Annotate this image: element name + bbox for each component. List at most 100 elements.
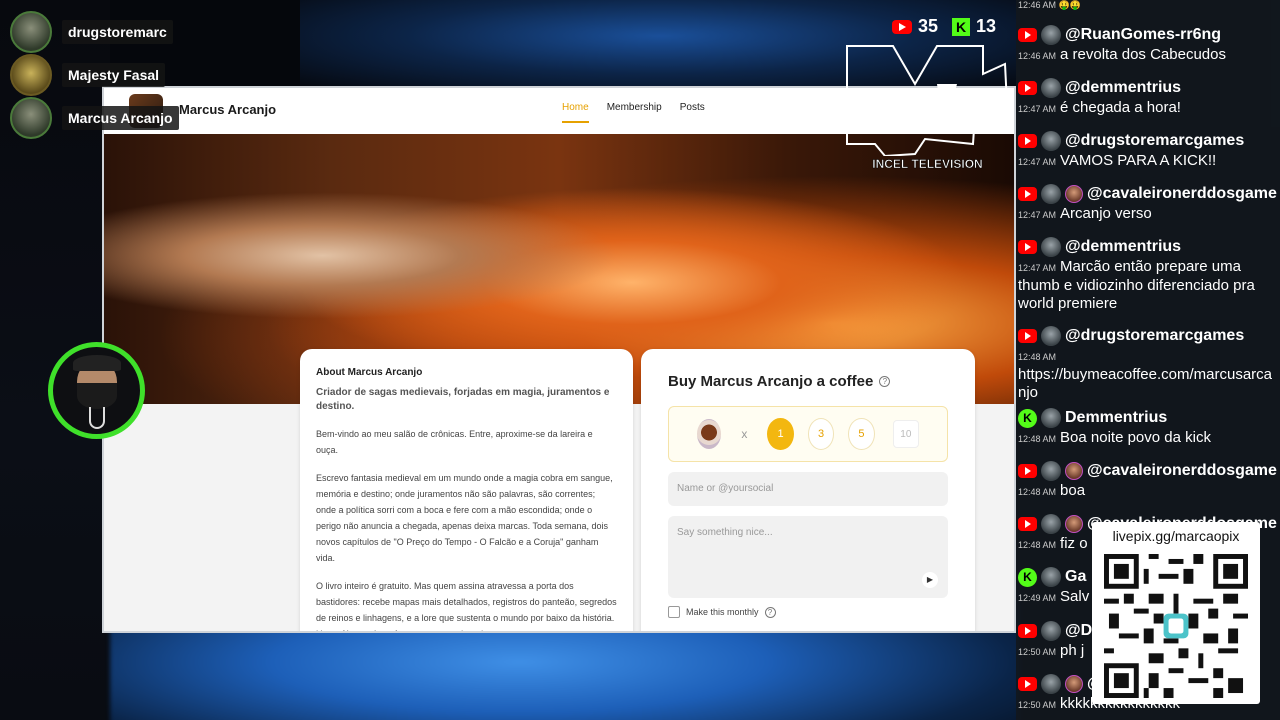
- user-avatar: [1041, 25, 1061, 45]
- qr-code-icon: [1104, 554, 1248, 698]
- user-avatar: [1041, 131, 1061, 151]
- message-text: VAMOS PARA A KICK!!: [1060, 152, 1217, 169]
- message-time: 12:47 AM: [1018, 263, 1057, 273]
- kick-counter: K 13: [952, 16, 996, 37]
- message-text: Boa noite povo da kick: [1060, 429, 1211, 446]
- site-title[interactable]: Marcus Arcanjo: [179, 102, 276, 117]
- monthly-checkbox[interactable]: [668, 606, 680, 618]
- message-text: é chegada a hora!: [1060, 99, 1181, 116]
- message-time: 12:47 AM: [1018, 210, 1057, 220]
- streamer-avatar: [48, 342, 145, 439]
- avatar-cap: [73, 355, 121, 371]
- chat-username[interactable]: @cavaleironerddosgame: [1087, 462, 1277, 480]
- message-time: 12:48 AM: [1018, 434, 1057, 444]
- viewer-name: drugstoremarc: [62, 19, 173, 44]
- message-placeholder: Say something nice...: [677, 527, 773, 538]
- about-paragraph: O livro inteiro é gratuito. Mas quem ass…: [316, 581, 617, 631]
- user-avatar: [1041, 78, 1061, 98]
- about-subtitle: Criador de sagas medievais, forjadas em …: [316, 387, 610, 412]
- message-time: 12:48 AM: [1018, 487, 1057, 497]
- help-icon[interactable]: ?: [879, 376, 891, 387]
- youtube-icon: [1018, 517, 1037, 531]
- user-avatar: [1041, 461, 1061, 481]
- user-avatar: [1041, 621, 1061, 641]
- nav-membership[interactable]: Membership: [607, 102, 662, 123]
- badge-avatar: [1065, 185, 1083, 203]
- message-time: 12:48 AM: [1018, 540, 1057, 550]
- amount-option-1[interactable]: 1: [767, 418, 794, 450]
- viewer-counters: 35 K 13: [892, 16, 996, 37]
- chat-message: @drugstoremarcgames 12:47 AM VAMOS PARA A…: [1018, 130, 1280, 171]
- message-input[interactable]: Say something nice... ▶: [668, 516, 948, 598]
- viewer-item: drugstoremarc: [10, 10, 179, 53]
- avatar-beard: [77, 383, 117, 409]
- message-emotes: 🤑🤑: [1058, 0, 1081, 10]
- chat-username[interactable]: @RuanGomes-rr6ng: [1065, 26, 1221, 44]
- message-time: 12:49 AM: [1018, 593, 1057, 603]
- chat-username[interactable]: Ga: [1065, 568, 1086, 586]
- youtube-icon: [1018, 329, 1037, 343]
- chat-username[interactable]: Demmentrius: [1065, 409, 1167, 427]
- user-avatar: [1041, 408, 1061, 428]
- coffee-amount-picker: x 1 3 5 10: [668, 406, 948, 462]
- message-text: boa: [1060, 482, 1086, 499]
- badge-avatar: [1065, 462, 1083, 480]
- message-link[interactable]: https://buymeacoffee.com/marcusarcanjo: [1018, 366, 1272, 401]
- name-input[interactable]: Name or @yoursocial: [668, 472, 948, 506]
- chat-message: @drugstoremarcgames 12:48 AM https://buym…: [1018, 325, 1280, 402]
- youtube-icon: [1018, 677, 1037, 691]
- badge-avatar: [1065, 515, 1083, 533]
- user-avatar: [1041, 567, 1061, 587]
- user-avatar: [1041, 674, 1061, 694]
- message-time: 12:46 AM: [1018, 0, 1057, 10]
- chat-username[interactable]: @drugstoremarcgames: [1065, 327, 1244, 345]
- kick-icon: K: [1018, 567, 1037, 587]
- user-avatar: [1041, 514, 1061, 534]
- nav-home[interactable]: Home: [562, 102, 589, 123]
- help-icon[interactable]: ?: [764, 606, 776, 618]
- mtv-caption: INCEL TELEVISION: [872, 157, 983, 172]
- chat-username[interactable]: @demmentrius: [1065, 238, 1181, 256]
- chat-message: @RuanGomes-rr6ng 12:46 AM a revolta dos C…: [1018, 24, 1280, 65]
- youtube-icon: [1018, 81, 1037, 95]
- message-text: fiz o: [1060, 535, 1088, 552]
- message-time: 12:47 AM: [1018, 104, 1057, 114]
- about-heading: About Marcus Arcanjo: [316, 367, 423, 378]
- viewer-name: Majesty Fasal: [62, 62, 166, 87]
- video-camera-icon[interactable]: ▶: [922, 572, 938, 588]
- viewer-item: Marcus Arcanjo: [10, 96, 179, 139]
- viewer-item: Majesty Fasal: [10, 53, 179, 96]
- mtv-logo-mark: [846, 45, 1009, 158]
- site-nav: Home Membership Posts: [562, 102, 705, 123]
- chat-message: K Demmentrius 12:48 AM Boa noite povo da k…: [1018, 407, 1280, 448]
- amount-option-3[interactable]: 3: [807, 418, 835, 450]
- youtube-icon: [1018, 134, 1037, 148]
- user-avatar: [1041, 184, 1061, 204]
- chat-message: @cavaleironerddosgame 12:47 AM Arcanjo ve…: [1018, 183, 1280, 224]
- chat-message: @demmentrius 12:47 AM é chegada a hora!: [1018, 77, 1280, 118]
- nav-posts[interactable]: Posts: [680, 102, 705, 123]
- message-text: Arcanjo verso: [1060, 205, 1152, 222]
- about-card: About Marcus Arcanjo Criador de sagas me…: [300, 349, 633, 631]
- custom-amount-input[interactable]: 10: [892, 420, 920, 448]
- message-time: 12:50 AM: [1018, 700, 1057, 710]
- viewer-avatar: [10, 10, 52, 53]
- avatar-emblem: [89, 407, 105, 429]
- chat-username[interactable]: @demmentrius: [1065, 79, 1181, 97]
- chat-username[interactable]: @D: [1065, 622, 1092, 640]
- message-time: 12:50 AM: [1018, 647, 1057, 657]
- amount-option-5[interactable]: 5: [848, 418, 875, 450]
- chat-username[interactable]: @cavaleironerddosgame: [1087, 185, 1277, 203]
- badge-avatar: [1065, 675, 1083, 693]
- chat-message: @demmentrius 12:47 AM Marcão então prepar…: [1018, 236, 1280, 313]
- viewer-list: drugstoremarc Majesty Fasal Marcus Arcan…: [10, 10, 179, 139]
- message-time: 12:46 AM: [1018, 51, 1057, 61]
- kick-icon: K: [1018, 408, 1037, 428]
- coffee-cup-icon: [697, 419, 722, 449]
- user-avatar: [1041, 326, 1061, 346]
- chat-username[interactable]: @drugstoremarcgames: [1065, 132, 1244, 150]
- coffee-title: Buy Marcus Arcanjo a coffee: [668, 373, 874, 390]
- viewer-avatar: [10, 53, 52, 96]
- user-avatar: [1041, 237, 1061, 257]
- chat-message: @cavaleironerddosgame 12:48 AM boa: [1018, 460, 1280, 501]
